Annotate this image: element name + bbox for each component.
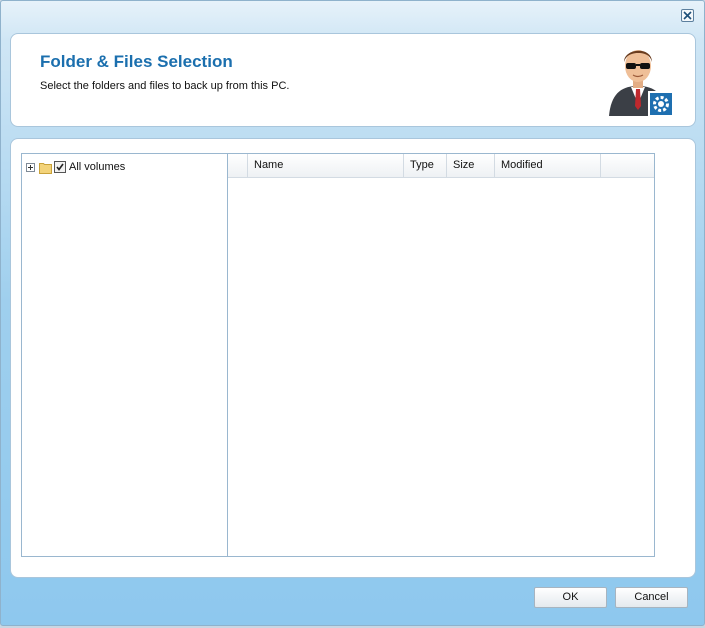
folder-icon — [39, 162, 52, 174]
close-button[interactable] — [681, 9, 694, 22]
header-panel: Folder & Files Selection Select the fold… — [10, 33, 696, 127]
file-list-grid[interactable]: Name Type Size Modified — [227, 153, 655, 557]
column-header-select[interactable] — [228, 154, 248, 177]
expand-icon[interactable] — [26, 162, 35, 172]
dialog-title: Folder & Files Selection — [40, 52, 233, 71]
backup-selection-dialog: Folder & Files Selection Select the fold… — [0, 0, 705, 626]
grid-header: Name Type Size Modified — [228, 154, 654, 178]
tree-node-all-volumes[interactable]: All volumes — [26, 160, 125, 174]
column-header-filler — [601, 154, 654, 177]
dialog-subtitle: Select the folders and files to back up … — [40, 80, 290, 92]
cancel-button[interactable]: Cancel — [615, 587, 688, 608]
checkmark-icon — [56, 163, 64, 171]
column-header-modified[interactable]: Modified — [495, 154, 601, 177]
ok-button[interactable]: OK — [534, 587, 607, 608]
column-header-size[interactable]: Size — [447, 154, 495, 177]
close-icon — [683, 11, 692, 20]
column-header-type[interactable]: Type — [404, 154, 447, 177]
column-header-name[interactable]: Name — [248, 154, 404, 177]
tree-node-label: All volumes — [69, 161, 126, 173]
user-settings-icon — [609, 50, 673, 117]
tree-node-checkbox[interactable] — [54, 161, 66, 173]
selection-panel: All volumes Name Type Size Modified — [10, 138, 696, 578]
folder-tree[interactable]: All volumes — [21, 153, 227, 557]
